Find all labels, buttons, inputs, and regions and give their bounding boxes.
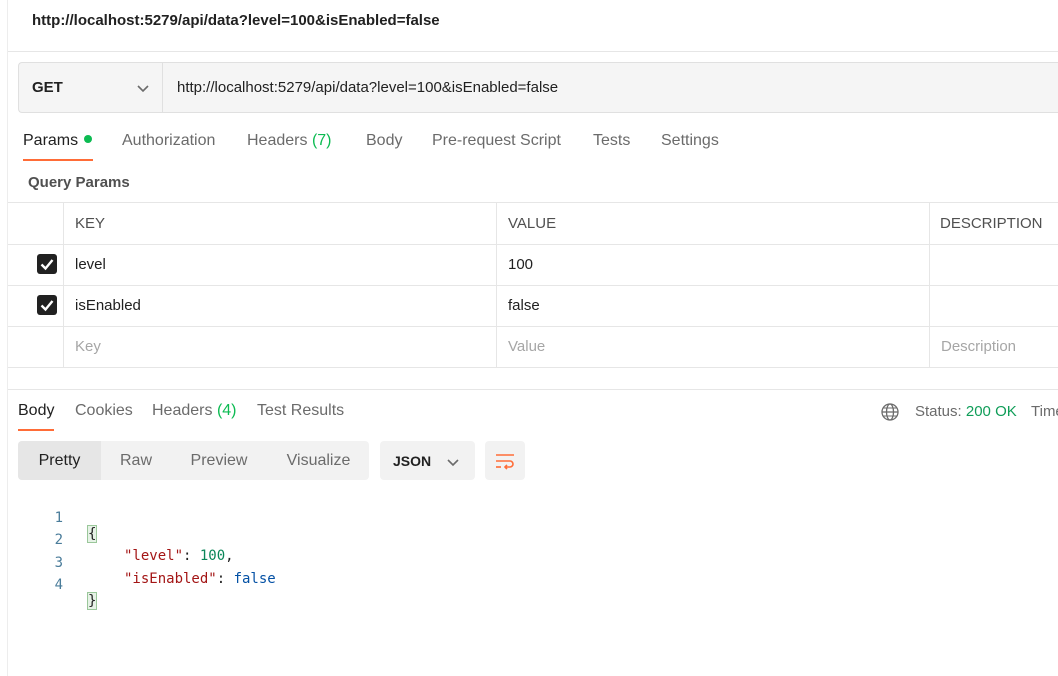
new-description-input[interactable]: Description (941, 338, 1016, 355)
json-colon: : (216, 571, 234, 587)
code-line: 4 } (0, 561, 98, 610)
response-tab-cookies[interactable]: Cookies (75, 402, 133, 420)
column-divider (496, 203, 497, 244)
response-status: Status: 200 OK (915, 403, 1017, 420)
column-divider (63, 326, 64, 367)
column-divider (496, 285, 497, 326)
param-value[interactable]: 100 (508, 256, 533, 273)
column-header-value: VALUE (508, 215, 557, 232)
params-active-dot (84, 135, 93, 143)
param-checkbox[interactable] (37, 254, 57, 274)
tab-headers[interactable]: Headers (7) (247, 132, 332, 150)
column-header-key: KEY (75, 215, 106, 232)
wrap-lines-button[interactable] (485, 441, 525, 480)
format-label: JSON (393, 453, 432, 469)
column-divider (929, 326, 930, 367)
param-value[interactable]: false (508, 297, 540, 314)
tab-pre-request-script[interactable]: Pre-request Script (432, 132, 561, 150)
close-brace: } (86, 592, 98, 610)
column-divider (63, 244, 64, 285)
code-line: 1 { (0, 494, 98, 543)
column-divider (496, 326, 497, 367)
line-number: 3 (54, 555, 63, 571)
table-row: level 100 (8, 244, 1058, 286)
chevron-down-icon (446, 455, 460, 473)
active-response-tab-indicator (18, 429, 54, 431)
table-row: isEnabled false (8, 285, 1058, 327)
globe-icon[interactable] (880, 402, 900, 427)
checkmark-icon (40, 259, 54, 271)
response-tab-headers[interactable]: Headers (4) (152, 402, 237, 420)
status-value: 200 OK (965, 403, 1017, 420)
request-title: http://localhost:5279/api/data?level=100… (32, 12, 440, 29)
headers-count: (7) (311, 132, 332, 149)
table-row-new: Key Value Description (8, 326, 1058, 368)
view-preview-button[interactable]: Preview (179, 441, 259, 480)
view-raw-button[interactable]: Raw (101, 441, 171, 480)
param-key[interactable]: isEnabled (75, 297, 141, 314)
status-label: Status: (915, 403, 962, 420)
tab-headers-label: Headers (247, 132, 308, 149)
column-divider (929, 203, 930, 244)
divider (8, 51, 1058, 52)
column-divider (63, 203, 64, 244)
active-tab-indicator (23, 159, 93, 161)
response-divider (8, 389, 1058, 390)
line-number: 4 (54, 577, 63, 593)
tab-settings[interactable]: Settings (661, 132, 719, 150)
view-visualize-button[interactable]: Visualize (276, 441, 361, 480)
tab-params-label: Params (23, 132, 79, 149)
checkmark-icon (40, 300, 54, 312)
new-value-input[interactable]: Value (508, 338, 545, 355)
chevron-down-icon (136, 81, 150, 99)
table-header-row: KEY VALUE DESCRIPTION (8, 202, 1058, 245)
response-tab-test-results[interactable]: Test Results (257, 402, 344, 420)
query-params-label: Query Params (28, 174, 130, 191)
code-line: 2 "level": 100, (0, 516, 400, 564)
response-headers-count: (4) (216, 402, 237, 419)
column-divider (929, 285, 930, 326)
format-select[interactable]: JSON (380, 441, 475, 480)
response-tab-body[interactable]: Body (18, 402, 54, 420)
column-header-description: DESCRIPTION (940, 215, 1043, 232)
column-divider (496, 244, 497, 285)
param-checkbox[interactable] (37, 295, 57, 315)
view-pretty-button[interactable]: Pretty (18, 441, 101, 480)
response-time-label: Time (1031, 403, 1058, 420)
json-key: "isEnabled" (124, 571, 217, 587)
method-label: GET (32, 79, 63, 96)
tab-tests[interactable]: Tests (593, 132, 630, 150)
wrap-lines-icon (496, 454, 514, 470)
tab-params[interactable]: Params (23, 132, 93, 150)
column-divider (929, 244, 930, 285)
method-select[interactable]: GET (19, 63, 163, 112)
column-divider (63, 285, 64, 326)
tab-authorization[interactable]: Authorization (122, 132, 215, 150)
tab-body[interactable]: Body (366, 132, 402, 150)
code-line: 3 "isEnabled": false (0, 539, 400, 587)
url-input[interactable]: http://localhost:5279/api/data?level=100… (177, 79, 558, 96)
request-bar: GET http://localhost:5279/api/data?level… (18, 62, 1058, 113)
new-key-input[interactable]: Key (75, 338, 101, 355)
param-key[interactable]: level (75, 256, 106, 273)
json-boolean-value: false (233, 571, 276, 587)
response-tab-headers-label: Headers (152, 402, 213, 419)
view-mode-group: Pretty Raw Preview Visualize (18, 441, 369, 480)
